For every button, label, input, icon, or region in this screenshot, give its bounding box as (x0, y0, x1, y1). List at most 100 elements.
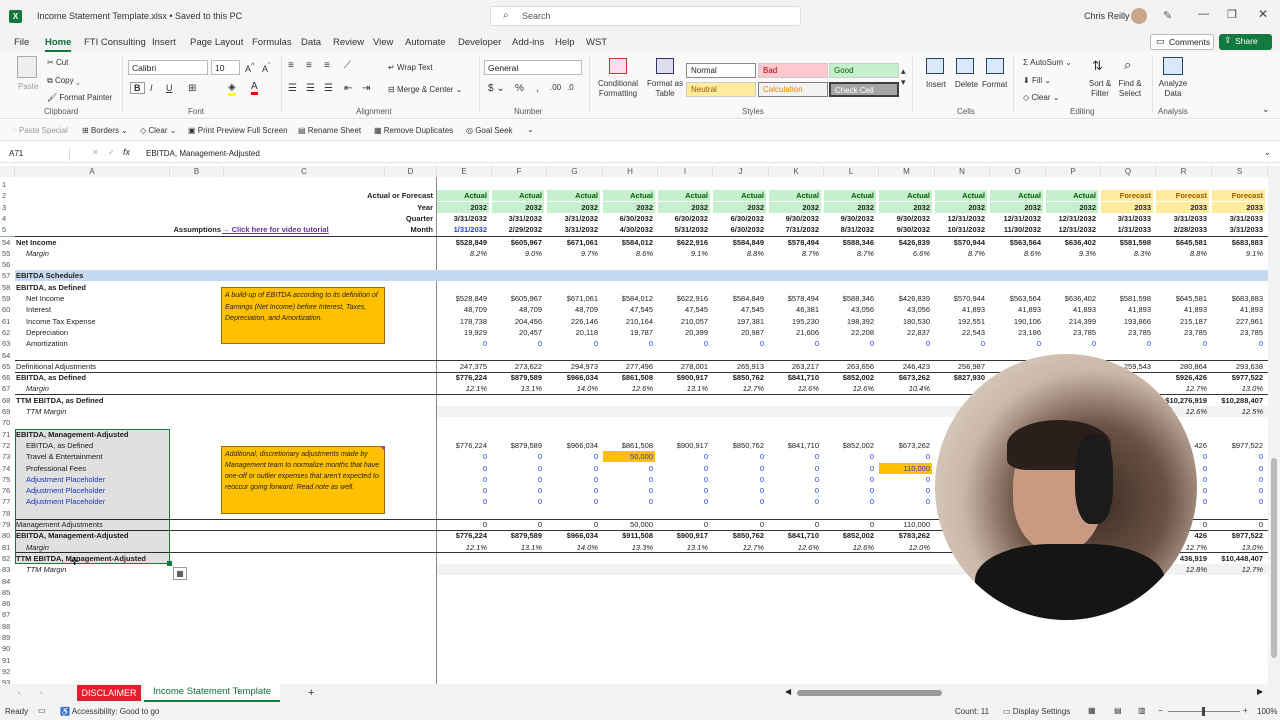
data-cell[interactable]: 110,000 (879, 462, 932, 474)
data-cell[interactable]: 0 (658, 463, 710, 474)
data-cell[interactable]: 8.6% (990, 248, 1043, 259)
data-cell[interactable]: $861,508 (603, 372, 655, 383)
header-cell[interactable]: Actual (658, 190, 710, 202)
zoom-out-icon[interactable]: − (1158, 706, 1163, 715)
row-number[interactable]: 92 (0, 666, 15, 677)
data-cell[interactable]: $426,839 (879, 293, 932, 304)
menu-review[interactable]: Review (333, 37, 364, 48)
data-cell[interactable]: 0 (824, 463, 876, 474)
data-cell[interactable]: 13.1% (492, 383, 544, 394)
fill-color-icon[interactable]: ◈ (228, 82, 236, 96)
row-label[interactable]: EBITDA, as Defined (16, 372, 86, 383)
data-cell[interactable]: 8.7% (935, 248, 987, 259)
data-cell[interactable]: 0 (769, 485, 821, 496)
column-header[interactable]: P (1046, 166, 1101, 177)
header-cell[interactable]: Actual (935, 190, 987, 202)
column-header[interactable]: J (713, 166, 769, 177)
row-number[interactable]: 81 (0, 542, 15, 553)
header-cell[interactable]: 10/31/2032 (935, 224, 987, 235)
header-cell[interactable]: 9/30/2032 (879, 213, 932, 224)
data-cell[interactable]: 192,551 (935, 316, 987, 327)
header-cell[interactable]: 2032 (437, 201, 489, 213)
header-cell[interactable]: Forecast (1156, 190, 1209, 202)
row-number[interactable]: 88 (0, 621, 15, 632)
data-cell[interactable]: 210,164 (603, 316, 655, 327)
header-cell[interactable]: 2032 (713, 201, 766, 213)
data-cell[interactable]: $645,581 (1156, 237, 1209, 248)
data-cell[interactable]: $605,967 (492, 293, 544, 304)
data-cell[interactable]: 23,785 (1156, 327, 1209, 338)
row-label[interactable]: Net Income (16, 237, 56, 248)
menu-wst[interactable]: WST (586, 37, 607, 48)
minimize-icon[interactable]: — (1198, 8, 1209, 20)
data-cell[interactable]: 273,622 (492, 361, 544, 372)
data-cell[interactable]: $605,967 (492, 237, 544, 248)
data-cell[interactable]: 12.7% (713, 542, 766, 553)
data-cell[interactable]: 246,423 (879, 361, 932, 372)
row-number[interactable]: 68 (0, 395, 15, 406)
format-painter-button[interactable]: 🖌 Format Painter (47, 93, 112, 102)
data-cell[interactable]: 21,606 (769, 327, 821, 338)
data-cell[interactable]: 12.5% (1212, 406, 1265, 417)
column-header[interactable]: S (1212, 166, 1268, 177)
row-number[interactable]: 85 (0, 587, 15, 598)
format-cells-icon[interactable] (986, 58, 1004, 74)
vertical-scroll-thumb[interactable] (1271, 458, 1277, 658)
next-sheet-icon[interactable]: › (40, 688, 43, 697)
data-cell[interactable]: 13.3% (603, 542, 655, 553)
data-cell[interactable]: 8.7% (769, 248, 821, 259)
find-select-icon[interactable]: ⌕ (1124, 57, 1131, 73)
header-cell[interactable]: 2032 (1046, 201, 1098, 213)
data-cell[interactable]: 41,893 (990, 304, 1043, 315)
data-cell[interactable]: 0 (879, 451, 932, 462)
data-cell[interactable]: 8.2% (437, 248, 489, 259)
header-cell[interactable]: 6/30/2032 (713, 224, 766, 235)
data-cell[interactable]: 0 (437, 485, 489, 496)
row-label[interactable]: Margin (26, 383, 49, 394)
data-cell[interactable]: $588,346 (824, 237, 876, 248)
menu-formulas[interactable]: Formulas (252, 37, 292, 48)
column-header[interactable]: H (603, 166, 658, 177)
data-cell[interactable]: 204,456 (492, 316, 544, 327)
header-cell[interactable]: 7/31/2032 (769, 224, 821, 235)
row-number[interactable]: 75 (0, 474, 15, 485)
data-cell[interactable]: 0 (603, 463, 655, 474)
header-cell[interactable]: 3/31/2032 (547, 224, 600, 235)
zoom-slider[interactable] (1168, 707, 1240, 716)
header-cell[interactable]: 2032 (603, 201, 655, 213)
row-number[interactable]: 74 (0, 463, 15, 474)
data-cell[interactable]: $900,917 (658, 372, 710, 383)
page-layout-view-icon[interactable]: ▤ (1114, 706, 1122, 715)
data-cell[interactable]: 19,787 (603, 327, 655, 338)
data-cell[interactable]: 0 (824, 496, 876, 507)
data-cell[interactable]: $528,849 (437, 293, 489, 304)
row-number[interactable]: 63 (0, 338, 15, 349)
data-cell[interactable]: $578,494 (769, 237, 821, 248)
align-center-icon[interactable]: ☰ (306, 83, 315, 94)
row-label[interactable]: EBITDA Schedules (16, 270, 83, 281)
header-cell[interactable]: 2/28/2033 (1156, 224, 1209, 235)
header-cell[interactable]: 2032 (990, 201, 1043, 213)
row-number[interactable]: 59 (0, 293, 15, 304)
data-cell[interactable]: 0 (1156, 338, 1209, 349)
data-cell[interactable]: 19,929 (437, 327, 489, 338)
data-cell[interactable]: $776,224 (437, 440, 489, 451)
data-cell[interactable]: $563,564 (990, 237, 1043, 248)
wrap-text-button[interactable]: ↵ Wrap Text (388, 63, 433, 72)
data-cell[interactable]: $850,762 (713, 372, 766, 383)
style-calculation[interactable]: Calculation (758, 82, 828, 97)
data-cell[interactable]: 43,056 (824, 304, 876, 315)
column-header[interactable]: C (224, 166, 385, 177)
find-select-button[interactable]: Find & Select (1114, 79, 1146, 99)
data-cell[interactable]: 0 (879, 496, 932, 507)
data-cell[interactable]: $841,710 (769, 372, 821, 383)
column-header[interactable]: N (935, 166, 990, 177)
data-cell[interactable]: $926,426 (1156, 372, 1209, 383)
add-sheet-button[interactable]: + (308, 687, 314, 699)
data-cell[interactable]: $673,262 (879, 440, 932, 451)
align-left-icon[interactable]: ☰ (288, 83, 297, 94)
data-cell[interactable]: 23,186 (990, 327, 1043, 338)
search-box[interactable]: ⌕ Search (490, 6, 801, 26)
data-cell[interactable]: $578,494 (769, 293, 821, 304)
data-cell[interactable]: 43,056 (879, 304, 932, 315)
